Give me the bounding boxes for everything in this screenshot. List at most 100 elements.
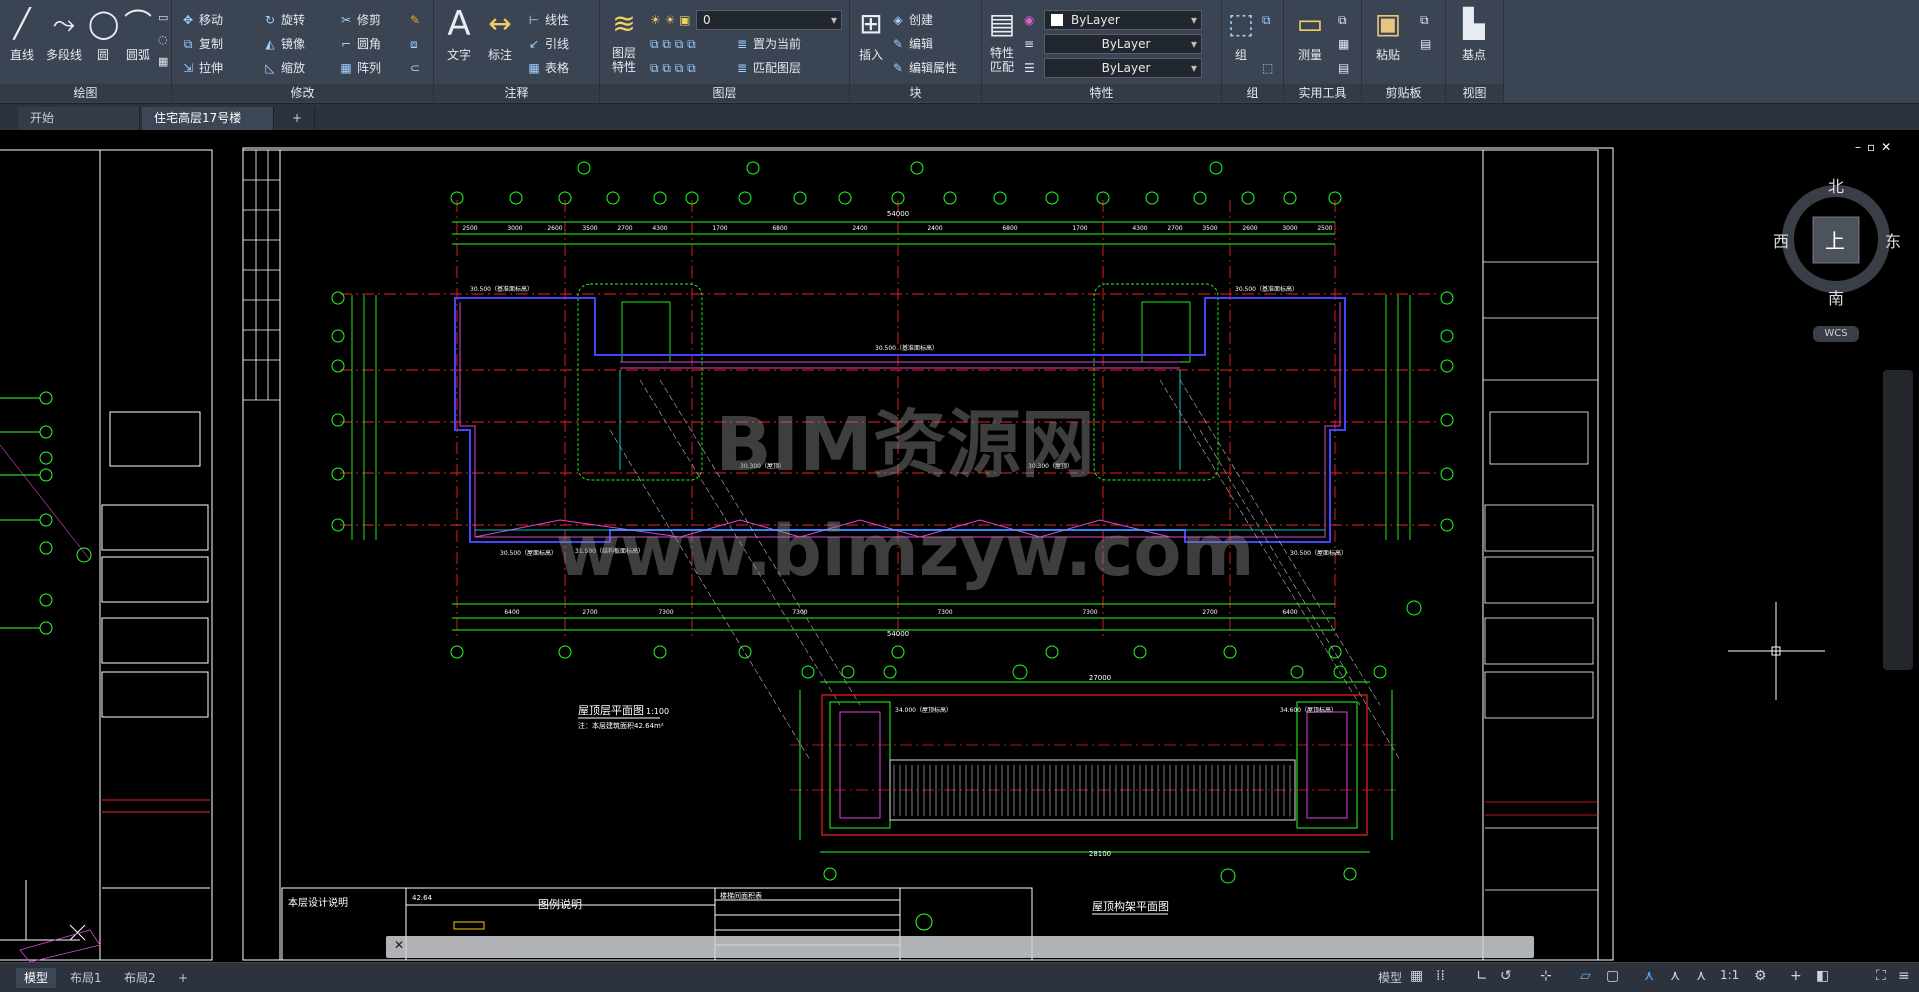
layout-tab-model[interactable]: 模型 (16, 968, 57, 988)
match-properties-button[interactable]: ▤ 特性 匹配 (984, 6, 1020, 74)
tab-start[interactable]: 开始 (18, 107, 140, 130)
hatch-button[interactable]: ◌ (158, 30, 168, 50)
insert-icon: ⊞ (859, 7, 883, 40)
osnap-icon[interactable]: ⊹ (1540, 968, 1552, 984)
linetype-dropdown[interactable]: ByLayer (1044, 34, 1202, 54)
layers-panel-title[interactable]: 图层 (600, 84, 849, 102)
lineweight-toggle-icon[interactable]: ▱ (1580, 968, 1591, 984)
viewcube-east[interactable]: 东 (1885, 228, 1901, 252)
modify-panel-title[interactable]: 修改 (172, 84, 433, 102)
color-wheel-icon[interactable]: ◉ (1024, 10, 1034, 30)
customize-icon[interactable]: ≡ (1898, 968, 1910, 984)
offset-button[interactable]: ⊂ (410, 58, 420, 78)
leader-button[interactable]: ↙ 引线 (526, 34, 569, 54)
layer-dropdown[interactable]: 0 (696, 10, 842, 30)
annotation-scale-value[interactable]: 1:1 (1720, 968, 1739, 982)
group-select[interactable]: ⬚ (1262, 58, 1273, 78)
model-space-button[interactable]: 模型 (1370, 968, 1410, 988)
utilities-panel-title[interactable]: 实用工具 (1284, 84, 1361, 102)
edit-block-button[interactable]: ✎ 编辑 (890, 34, 933, 54)
polyline-button[interactable]: ⤳ 多段线 (42, 6, 86, 63)
paste-button[interactable]: ▣ 粘贴 (1368, 6, 1408, 63)
selection-cycle-icon[interactable]: ▢ (1606, 968, 1619, 984)
layer-state-icons[interactable]: ☀ ☀ ▣ (650, 10, 690, 30)
explode-button[interactable]: ⧈ (410, 34, 418, 54)
block-panel-title[interactable]: 块 (850, 84, 981, 102)
circle-button[interactable]: ◯ 圆 (88, 6, 119, 63)
layer-tools-row3[interactable]: ⧉ ⧉ ⧉ ⧉ (650, 58, 696, 78)
navigation-bar[interactable] (1883, 370, 1913, 670)
create-block-button[interactable]: ◈ 创建 (890, 10, 933, 30)
move-button[interactable]: ✥ 移动 (180, 10, 223, 30)
match-layer-button[interactable]: ≣ 匹配图层 (734, 58, 801, 78)
insert-button[interactable]: ⊞ 插入 (854, 6, 888, 63)
layer-tools-row2[interactable]: ⧉ ⧉ ⧉ ⧉ (650, 34, 696, 54)
isolate-icon[interactable]: ◧ (1816, 968, 1829, 984)
measure-button[interactable]: ▭ 测量 (1290, 6, 1330, 63)
annotation-visibility-icon[interactable]: ⋏ (1644, 968, 1654, 984)
layer-properties-button[interactable]: ≋ 图层 特性 (602, 6, 646, 74)
base-point-button[interactable]: ▙ 基点 (1454, 6, 1494, 63)
draw-panel-title[interactable]: 绘图 (0, 84, 171, 102)
copy-button[interactable]: ⧉ 复制 (180, 34, 223, 54)
new-tab-button[interactable]: + (280, 107, 316, 130)
viewcube-top[interactable]: 上 (1825, 225, 1845, 254)
view-panel-title[interactable]: 视图 (1446, 84, 1503, 102)
text-icon: A (447, 4, 471, 44)
viewcube-south[interactable]: 南 (1828, 285, 1844, 309)
stretch-button[interactable]: ⇲ 拉伸 (180, 58, 223, 78)
polar-icon[interactable]: ↺ (1500, 968, 1512, 984)
groups-panel-title[interactable]: 组 (1222, 84, 1283, 102)
group-button[interactable]: ⬚ 组 (1226, 6, 1256, 63)
command-close-icon[interactable]: ✕ (394, 938, 404, 952)
utility-tool-2[interactable]: ▦ (1338, 34, 1349, 54)
annotation-scale-icon[interactable]: ⋏ (1696, 968, 1706, 984)
ortho-icon[interactable]: ∟ (1476, 968, 1488, 984)
edit-attributes-button[interactable]: ✎ 编辑属性 (890, 58, 957, 78)
paste-special-button[interactable]: ▤ (1420, 34, 1431, 54)
wcs-button[interactable]: WCS (1813, 326, 1859, 342)
make-current-button[interactable]: ≣ 置为当前 (734, 34, 801, 54)
gradient-button[interactable]: ▦ (158, 52, 168, 72)
table-button[interactable]: ▦ 表格 (526, 58, 569, 78)
color-dropdown[interactable]: ByLayer (1044, 10, 1202, 30)
array-button[interactable]: ▦ 阵列 (338, 58, 381, 78)
grid-icon[interactable]: ▦ (1410, 968, 1423, 984)
clipboard-panel-title[interactable]: 剪贴板 (1362, 84, 1445, 102)
rectangle-button[interactable]: ▭ (158, 8, 168, 28)
linear-button[interactable]: ⊢ 线性 (526, 10, 569, 30)
text-button[interactable]: A 文字 (442, 6, 476, 63)
workspace-gear-icon[interactable]: ⚙ (1754, 968, 1767, 984)
scale-button[interactable]: ◺ 缩放 (262, 58, 305, 78)
drawing-canvas[interactable]: 54000 54000 27000 28100 2500 3000 2600 3500… (0, 130, 1919, 962)
fillet-button[interactable]: ⌐ 圆角 (338, 34, 381, 54)
dimension-button[interactable]: ↔ 标注 (482, 6, 518, 63)
line-button[interactable]: ╱ 直线 (4, 6, 40, 63)
erase-button[interactable]: ✎ (410, 10, 420, 30)
group-tools[interactable]: ⧉ (1262, 10, 1271, 30)
drawing-svg[interactable]: 54000 54000 27000 28100 2500 3000 2600 3500… (0, 130, 1919, 962)
layout-tab-1[interactable]: 布局1 (62, 968, 110, 988)
viewport-window-controls[interactable]: –▫✕ (1855, 140, 1897, 154)
autoscale-icon[interactable]: ⋏ (1670, 968, 1680, 984)
viewcube-west[interactable]: 西 (1773, 228, 1789, 252)
annotation-panel-title[interactable]: 注释 (434, 84, 599, 102)
viewcube-north[interactable]: 北 (1828, 173, 1844, 197)
viewcube[interactable]: 北 南 西 东 上 (1773, 173, 1903, 313)
snap-icon[interactable]: ⁞⁞ (1436, 968, 1445, 984)
mirror-button[interactable]: ◭ 镜像 (262, 34, 305, 54)
fullscreen-icon[interactable]: ⛶ (1876, 968, 1886, 984)
copy-clip-button[interactable]: ⧉ (1420, 10, 1429, 30)
command-line[interactable]: ✕ (386, 936, 1534, 958)
calculator-icon[interactable]: ▤ (1338, 58, 1349, 78)
add-icon[interactable]: + (1790, 968, 1802, 984)
properties-panel-title[interactable]: 特性 (982, 84, 1221, 102)
tab-drawing[interactable]: 住宅高层17号楼*✕ (142, 107, 274, 148)
lineweight-dropdown[interactable]: ByLayer (1044, 58, 1202, 78)
arc-button[interactable]: ⌒ 圆弧 (120, 6, 156, 63)
add-layout-button[interactable]: + (170, 968, 196, 988)
utility-tool-1[interactable]: ⧉ (1338, 10, 1347, 30)
layout-tab-2[interactable]: 布局2 (116, 968, 164, 988)
rotate-button[interactable]: ↻ 旋转 (262, 10, 305, 30)
trim-button[interactable]: ✂ 修剪 (338, 10, 381, 30)
